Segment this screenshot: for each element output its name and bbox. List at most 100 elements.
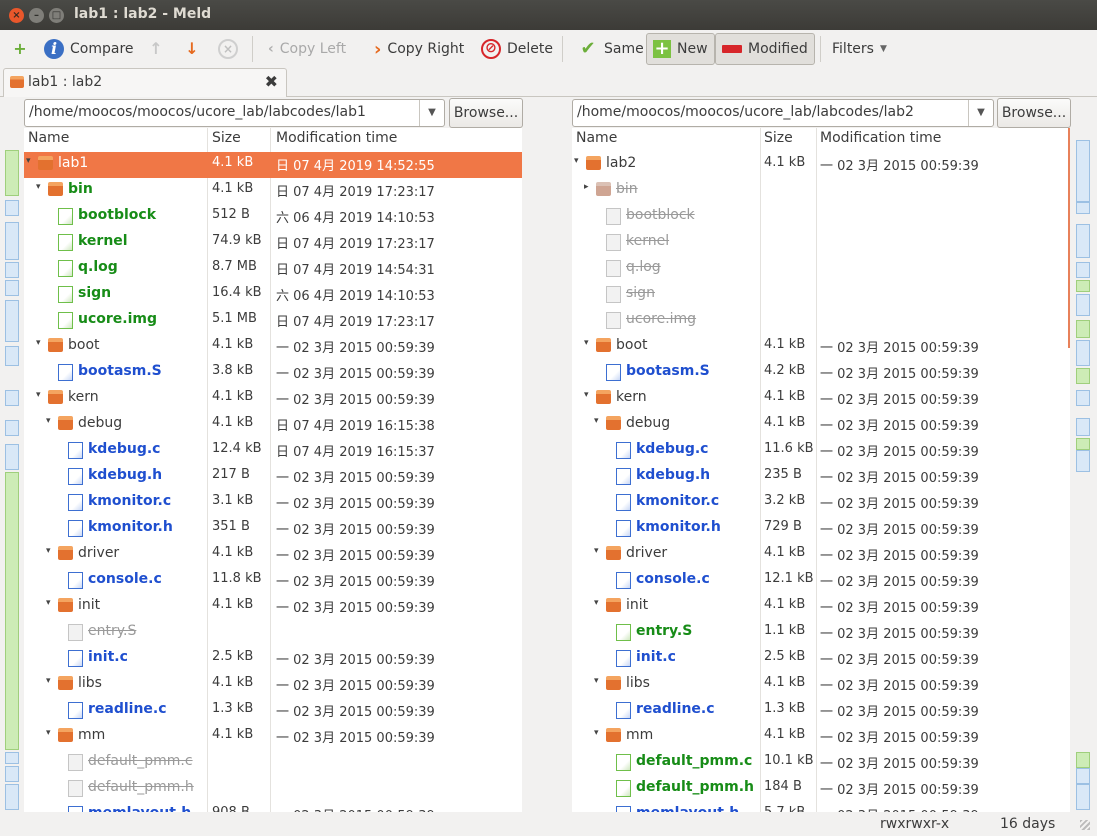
- stop-button[interactable]: ×: [218, 35, 238, 63]
- tree-row[interactable]: kernel 74.9 kB 日 07 4月 2019 17:23:17: [24, 230, 522, 256]
- tree-row[interactable]: bootblock 512 B 六 06 4月 2019 14:10:53: [24, 204, 522, 230]
- expander-open-icon[interactable]: ▾: [46, 676, 51, 686]
- tree-row[interactable]: bootasm.S 4.2 kB 一 02 3月 2015 00:59:39: [572, 360, 1070, 386]
- expander-open-icon[interactable]: ▾: [36, 390, 41, 400]
- tab-close-icon[interactable]: ✖: [265, 72, 278, 91]
- expander-open-icon[interactable]: ▾: [26, 156, 31, 166]
- tree-row[interactable]: readline.c 1.3 kB 一 02 3月 2015 00:59:39: [572, 698, 1070, 724]
- resize-grip-icon[interactable]: [1080, 820, 1090, 830]
- expander-open-icon[interactable]: ▾: [46, 598, 51, 608]
- tree-row[interactable]: ▾ kern 4.1 kB 一 02 3月 2015 00:59:39: [24, 386, 522, 412]
- left-tree-pane[interactable]: Name Size Modification time ▾ lab1 4.1 kB 日…: [24, 128, 522, 812]
- expander-open-icon[interactable]: ▾: [46, 546, 51, 556]
- tree-row[interactable]: entry.S 1.1 kB 一 02 3月 2015 00:59:39: [572, 620, 1070, 646]
- expander-open-icon[interactable]: ▾: [594, 728, 599, 738]
- right-browse-button[interactable]: Browse...: [997, 98, 1071, 128]
- expander-open-icon[interactable]: ▾: [594, 416, 599, 426]
- tree-row[interactable]: kmonitor.h 729 B 一 02 3月 2015 00:59:39: [572, 516, 1070, 542]
- window-close-icon[interactable]: ×: [9, 8, 24, 23]
- next-change-button[interactable]: ↓: [182, 35, 202, 63]
- new-comparison-button[interactable]: +: [10, 35, 30, 63]
- tree-row[interactable]: default_pmm.c: [24, 750, 522, 776]
- tree-row[interactable]: memlayout.h 5.7 kB 一 02 3月 2015 00:59:39: [572, 802, 1070, 812]
- expander-open-icon[interactable]: ▾: [574, 156, 579, 166]
- expander-open-icon[interactable]: ▾: [36, 338, 41, 348]
- tree-row[interactable]: kmonitor.c 3.1 kB 一 02 3月 2015 00:59:39: [24, 490, 522, 516]
- tree-row[interactable]: ▾ kern 4.1 kB 一 02 3月 2015 00:59:39: [572, 386, 1070, 412]
- left-path-combo[interactable]: /home/moocos/moocos/ucore_lab/labcodes/l…: [24, 99, 445, 127]
- new-filter-button[interactable]: + New: [646, 33, 715, 65]
- tree-row[interactable]: readline.c 1.3 kB 一 02 3月 2015 00:59:39: [24, 698, 522, 724]
- tree-row[interactable]: ▾ debug 4.1 kB 一 02 3月 2015 00:59:39: [572, 412, 1070, 438]
- tree-row[interactable]: q.log 8.7 MB 日 07 4月 2019 14:54:31: [24, 256, 522, 282]
- tree-row[interactable]: kdebug.c 11.6 kB 一 02 3月 2015 00:59:39: [572, 438, 1070, 464]
- right-path-combo[interactable]: /home/moocos/moocos/ucore_lab/labcodes/l…: [572, 99, 994, 127]
- expander-open-icon[interactable]: ▾: [594, 546, 599, 556]
- tree-row[interactable]: default_pmm.h 184 B 一 02 3月 2015 00:59:39: [572, 776, 1070, 802]
- expander-open-icon[interactable]: ▾: [594, 598, 599, 608]
- left-overview-gutter[interactable]: [4, 128, 22, 812]
- expander-open-icon[interactable]: ▾: [46, 416, 51, 426]
- tree-row[interactable]: default_pmm.c 10.1 kB 一 02 3月 2015 00:59:3…: [572, 750, 1070, 776]
- tree-row[interactable]: ▾ lab1 4.1 kB 日 07 4月 2019 14:52:55: [24, 152, 522, 178]
- tree-row[interactable]: sign: [572, 282, 1070, 308]
- tree-row[interactable]: kdebug.h 235 B 一 02 3月 2015 00:59:39: [572, 464, 1070, 490]
- delete-button[interactable]: ⊘ Delete: [481, 35, 553, 63]
- parent-up-button[interactable]: ↑: [146, 35, 166, 63]
- tree-row[interactable]: memlayout.h 908 B 一 02 3月 2015 00:59:39: [24, 802, 522, 812]
- tree-row[interactable]: entry.S: [24, 620, 522, 646]
- expander-open-icon[interactable]: ▾: [584, 338, 589, 348]
- column-name-header[interactable]: Name: [576, 130, 617, 146]
- tree-row[interactable]: default_pmm.h: [24, 776, 522, 802]
- column-mtime-header[interactable]: Modification time: [820, 130, 941, 146]
- window-minimize-icon[interactable]: –: [29, 8, 44, 23]
- modified-filter-button[interactable]: Modified: [715, 33, 815, 65]
- tree-row[interactable]: init.c 2.5 kB 一 02 3月 2015 00:59:39: [572, 646, 1070, 672]
- column-mtime-header[interactable]: Modification time: [276, 130, 397, 146]
- copy-right-button[interactable]: › Copy Right: [374, 35, 464, 63]
- expander-open-icon[interactable]: ▾: [36, 182, 41, 192]
- compare-button[interactable]: i Compare: [44, 35, 134, 63]
- column-name-header[interactable]: Name: [28, 130, 69, 146]
- tree-row[interactable]: kdebug.c 12.4 kB 日 07 4月 2019 16:15:37: [24, 438, 522, 464]
- expander-open-icon[interactable]: ▾: [594, 676, 599, 686]
- tree-row[interactable]: console.c 11.8 kB 一 02 3月 2015 00:59:39: [24, 568, 522, 594]
- tree-row[interactable]: kernel: [572, 230, 1070, 256]
- tree-row[interactable]: ▾ libs 4.1 kB 一 02 3月 2015 00:59:39: [24, 672, 522, 698]
- expander-closed-icon[interactable]: ▸: [584, 182, 589, 192]
- tree-row[interactable]: ▸ bin: [572, 178, 1070, 204]
- column-size-header[interactable]: Size: [212, 130, 241, 146]
- tree-row[interactable]: ▾ driver 4.1 kB 一 02 3月 2015 00:59:39: [24, 542, 522, 568]
- tree-row[interactable]: ▾ boot 4.1 kB 一 02 3月 2015 00:59:39: [24, 334, 522, 360]
- tree-row[interactable]: bootasm.S 3.8 kB 一 02 3月 2015 00:59:39: [24, 360, 522, 386]
- tree-row[interactable]: ▾ lab2 4.1 kB 一 02 3月 2015 00:59:39: [572, 152, 1070, 178]
- tree-row[interactable]: ▾ bin 4.1 kB 日 07 4月 2019 17:23:17: [24, 178, 522, 204]
- tree-row[interactable]: kmonitor.c 3.2 kB 一 02 3月 2015 00:59:39: [572, 490, 1070, 516]
- tree-row[interactable]: ▾ driver 4.1 kB 一 02 3月 2015 00:59:39: [572, 542, 1070, 568]
- tree-row[interactable]: ▾ mm 4.1 kB 一 02 3月 2015 00:59:39: [24, 724, 522, 750]
- expander-open-icon[interactable]: ▾: [584, 390, 589, 400]
- column-size-header[interactable]: Size: [764, 130, 793, 146]
- expander-open-icon[interactable]: ▾: [46, 728, 51, 738]
- right-tree-pane[interactable]: Name Size Modification time ▾ lab2 4.1 kB 一…: [572, 128, 1070, 812]
- tree-row[interactable]: ▾ libs 4.1 kB 一 02 3月 2015 00:59:39: [572, 672, 1070, 698]
- chevron-down-icon[interactable]: ▼: [419, 100, 444, 126]
- tree-row[interactable]: ucore.img 5.1 MB 日 07 4月 2019 17:23:17: [24, 308, 522, 334]
- tree-row[interactable]: sign 16.4 kB 六 06 4月 2019 14:10:53: [24, 282, 522, 308]
- same-filter-button[interactable]: ✔ Same: [578, 35, 643, 63]
- tree-row[interactable]: init.c 2.5 kB 一 02 3月 2015 00:59:39: [24, 646, 522, 672]
- tree-row[interactable]: q.log: [572, 256, 1070, 282]
- tree-row[interactable]: kdebug.h 217 B 一 02 3月 2015 00:59:39: [24, 464, 522, 490]
- tab-lab1-lab2[interactable]: lab1 : lab2 ✖: [3, 68, 287, 97]
- copy-left-button[interactable]: ‹ Copy Left: [268, 35, 346, 63]
- left-browse-button[interactable]: Browse...: [449, 98, 523, 128]
- tree-row[interactable]: ucore.img: [572, 308, 1070, 334]
- filters-menu-button[interactable]: Filters ▼: [832, 35, 887, 63]
- chevron-down-icon[interactable]: ▼: [968, 100, 993, 126]
- tree-row[interactable]: bootblock: [572, 204, 1070, 230]
- right-overview-gutter[interactable]: [1073, 128, 1093, 812]
- tree-row[interactable]: ▾ boot 4.1 kB 一 02 3月 2015 00:59:39: [572, 334, 1070, 360]
- tree-row[interactable]: ▾ init 4.1 kB 一 02 3月 2015 00:59:39: [24, 594, 522, 620]
- window-maximize-icon[interactable]: □: [49, 8, 64, 23]
- tree-row[interactable]: ▾ mm 4.1 kB 一 02 3月 2015 00:59:39: [572, 724, 1070, 750]
